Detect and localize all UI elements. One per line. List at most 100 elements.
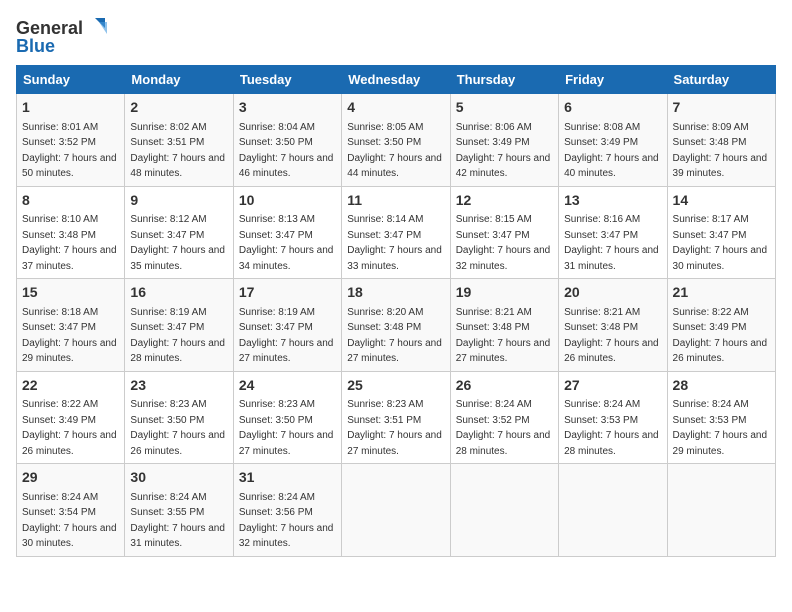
day-number: 19: [456, 283, 553, 303]
weekday-header-saturday: Saturday: [667, 66, 775, 94]
weekday-header-friday: Friday: [559, 66, 667, 94]
day-info: Sunrise: 8:23 AMSunset: 3:50 PMDaylight:…: [130, 399, 225, 457]
day-info: Sunrise: 8:21 AMSunset: 3:48 PMDaylight:…: [456, 307, 551, 365]
day-number: 17: [239, 283, 336, 303]
day-info: Sunrise: 8:17 AMSunset: 3:47 PMDaylight:…: [673, 214, 768, 272]
day-number: 14: [673, 191, 770, 211]
weekday-header-monday: Monday: [125, 66, 233, 94]
day-info: Sunrise: 8:24 AMSunset: 3:53 PMDaylight:…: [564, 399, 659, 457]
day-info: Sunrise: 8:21 AMSunset: 3:48 PMDaylight:…: [564, 307, 659, 365]
calendar-cell: [342, 464, 450, 557]
day-number: 31: [239, 468, 336, 488]
day-number: 13: [564, 191, 661, 211]
calendar-cell: 16Sunrise: 8:19 AMSunset: 3:47 PMDayligh…: [125, 279, 233, 372]
day-info: Sunrise: 8:19 AMSunset: 3:47 PMDaylight:…: [130, 307, 225, 365]
day-number: 18: [347, 283, 444, 303]
logo: General Blue: [16, 16, 109, 57]
calendar-cell: 4 Sunrise: 8:05 AMSunset: 3:50 PMDaylight…: [342, 94, 450, 187]
calendar-cell: 13 Sunrise: 8:16 AMSunset: 3:47 PMDayligh…: [559, 186, 667, 279]
day-number: 3: [239, 98, 336, 118]
day-number: 12: [456, 191, 553, 211]
day-info: Sunrise: 8:16 AMSunset: 3:47 PMDaylight:…: [564, 214, 659, 272]
weekday-header-sunday: Sunday: [17, 66, 125, 94]
day-number: 24: [239, 376, 336, 396]
day-info: Sunrise: 8:06 AMSunset: 3:49 PMDaylight:…: [456, 122, 551, 180]
day-info: Sunrise: 8:04 AMSunset: 3:50 PMDaylight:…: [239, 122, 334, 180]
calendar-cell: [450, 464, 558, 557]
calendar-cell: 3 Sunrise: 8:04 AMSunset: 3:50 PMDaylight…: [233, 94, 341, 187]
day-info: Sunrise: 8:12 AMSunset: 3:47 PMDaylight:…: [130, 214, 225, 272]
day-info: Sunrise: 8:09 AMSunset: 3:48 PMDaylight:…: [673, 122, 768, 180]
calendar-cell: 25 Sunrise: 8:23 AMSunset: 3:51 PMDayligh…: [342, 371, 450, 464]
day-number: 1: [22, 98, 119, 118]
calendar-cell: 26 Sunrise: 8:24 AMSunset: 3:52 PMDayligh…: [450, 371, 558, 464]
day-number: 30: [130, 468, 227, 488]
day-number: 23: [130, 376, 227, 396]
day-number: 21: [673, 283, 770, 303]
day-number: 8: [22, 191, 119, 211]
day-info: Sunrise: 8:01 AMSunset: 3:52 PMDaylight:…: [22, 122, 117, 180]
day-number: 28: [673, 376, 770, 396]
calendar-cell: [559, 464, 667, 557]
day-info: Sunrise: 8:15 AMSunset: 3:47 PMDaylight:…: [456, 214, 551, 272]
calendar-cell: 24 Sunrise: 8:23 AMSunset: 3:50 PMDayligh…: [233, 371, 341, 464]
day-info: Sunrise: 8:24 AMSunset: 3:56 PMDaylight:…: [239, 492, 334, 550]
day-number: 10: [239, 191, 336, 211]
day-number: 27: [564, 376, 661, 396]
calendar-cell: 19 Sunrise: 8:21 AMSunset: 3:48 PMDayligh…: [450, 279, 558, 372]
day-info: Sunrise: 8:18 AMSunset: 3:47 PMDaylight:…: [22, 307, 117, 365]
day-info: Sunrise: 8:22 AMSunset: 3:49 PMDaylight:…: [673, 307, 768, 365]
calendar-cell: 20 Sunrise: 8:21 AMSunset: 3:48 PMDayligh…: [559, 279, 667, 372]
day-info: Sunrise: 8:23 AMSunset: 3:50 PMDaylight:…: [239, 399, 334, 457]
day-info: Sunrise: 8:24 AMSunset: 3:54 PMDaylight:…: [22, 492, 117, 550]
header: General Blue: [16, 16, 776, 57]
calendar-cell: 27 Sunrise: 8:24 AMSunset: 3:53 PMDayligh…: [559, 371, 667, 464]
calendar-cell: 29 Sunrise: 8:24 AMSunset: 3:54 PMDayligh…: [17, 464, 125, 557]
calendar-cell: 2Sunrise: 8:02 AMSunset: 3:51 PMDaylight…: [125, 94, 233, 187]
calendar-cell: 31 Sunrise: 8:24 AMSunset: 3:56 PMDayligh…: [233, 464, 341, 557]
calendar-cell: 18 Sunrise: 8:20 AMSunset: 3:48 PMDayligh…: [342, 279, 450, 372]
day-info: Sunrise: 8:20 AMSunset: 3:48 PMDaylight:…: [347, 307, 442, 365]
calendar-cell: 23 Sunrise: 8:23 AMSunset: 3:50 PMDayligh…: [125, 371, 233, 464]
calendar-table: SundayMondayTuesdayWednesdayThursdayFrid…: [16, 65, 776, 557]
calendar-cell: 12 Sunrise: 8:15 AMSunset: 3:47 PMDayligh…: [450, 186, 558, 279]
day-number: 20: [564, 283, 661, 303]
day-info: Sunrise: 8:24 AMSunset: 3:55 PMDaylight:…: [130, 492, 225, 550]
calendar-cell: [667, 464, 775, 557]
calendar-cell: 1 Sunrise: 8:01 AMSunset: 3:52 PMDaylight…: [17, 94, 125, 187]
weekday-header-tuesday: Tuesday: [233, 66, 341, 94]
day-info: Sunrise: 8:24 AMSunset: 3:53 PMDaylight:…: [673, 399, 768, 457]
calendar-cell: 7 Sunrise: 8:09 AMSunset: 3:48 PMDaylight…: [667, 94, 775, 187]
day-number: 25: [347, 376, 444, 396]
calendar-cell: 17Sunrise: 8:19 AMSunset: 3:47 PMDayligh…: [233, 279, 341, 372]
day-number: 6: [564, 98, 661, 118]
day-number: 29: [22, 468, 119, 488]
calendar-cell: 21 Sunrise: 8:22 AMSunset: 3:49 PMDayligh…: [667, 279, 775, 372]
day-number: 7: [673, 98, 770, 118]
calendar-cell: 14 Sunrise: 8:17 AMSunset: 3:47 PMDayligh…: [667, 186, 775, 279]
calendar-cell: 22Sunrise: 8:22 AMSunset: 3:49 PMDayligh…: [17, 371, 125, 464]
day-number: 4: [347, 98, 444, 118]
weekday-header-thursday: Thursday: [450, 66, 558, 94]
day-info: Sunrise: 8:23 AMSunset: 3:51 PMDaylight:…: [347, 399, 442, 457]
day-number: 5: [456, 98, 553, 118]
logo-text-blue: Blue: [16, 36, 55, 57]
day-number: 11: [347, 191, 444, 211]
logo-arrow-icon: [85, 16, 109, 40]
day-info: Sunrise: 8:24 AMSunset: 3:52 PMDaylight:…: [456, 399, 551, 457]
day-info: Sunrise: 8:08 AMSunset: 3:49 PMDaylight:…: [564, 122, 659, 180]
day-info: Sunrise: 8:22 AMSunset: 3:49 PMDaylight:…: [22, 399, 117, 457]
calendar-cell: 30 Sunrise: 8:24 AMSunset: 3:55 PMDayligh…: [125, 464, 233, 557]
day-info: Sunrise: 8:02 AMSunset: 3:51 PMDaylight:…: [130, 122, 225, 180]
day-info: Sunrise: 8:14 AMSunset: 3:47 PMDaylight:…: [347, 214, 442, 272]
day-info: Sunrise: 8:13 AMSunset: 3:47 PMDaylight:…: [239, 214, 334, 272]
day-number: 26: [456, 376, 553, 396]
day-info: Sunrise: 8:05 AMSunset: 3:50 PMDaylight:…: [347, 122, 442, 180]
day-number: 15: [22, 283, 119, 303]
calendar-cell: 6 Sunrise: 8:08 AMSunset: 3:49 PMDaylight…: [559, 94, 667, 187]
calendar-cell: 15 Sunrise: 8:18 AMSunset: 3:47 PMDayligh…: [17, 279, 125, 372]
calendar-cell: 28 Sunrise: 8:24 AMSunset: 3:53 PMDayligh…: [667, 371, 775, 464]
calendar-cell: 10 Sunrise: 8:13 AMSunset: 3:47 PMDayligh…: [233, 186, 341, 279]
day-info: Sunrise: 8:10 AMSunset: 3:48 PMDaylight:…: [22, 214, 117, 272]
calendar-cell: 8 Sunrise: 8:10 AMSunset: 3:48 PMDaylight…: [17, 186, 125, 279]
